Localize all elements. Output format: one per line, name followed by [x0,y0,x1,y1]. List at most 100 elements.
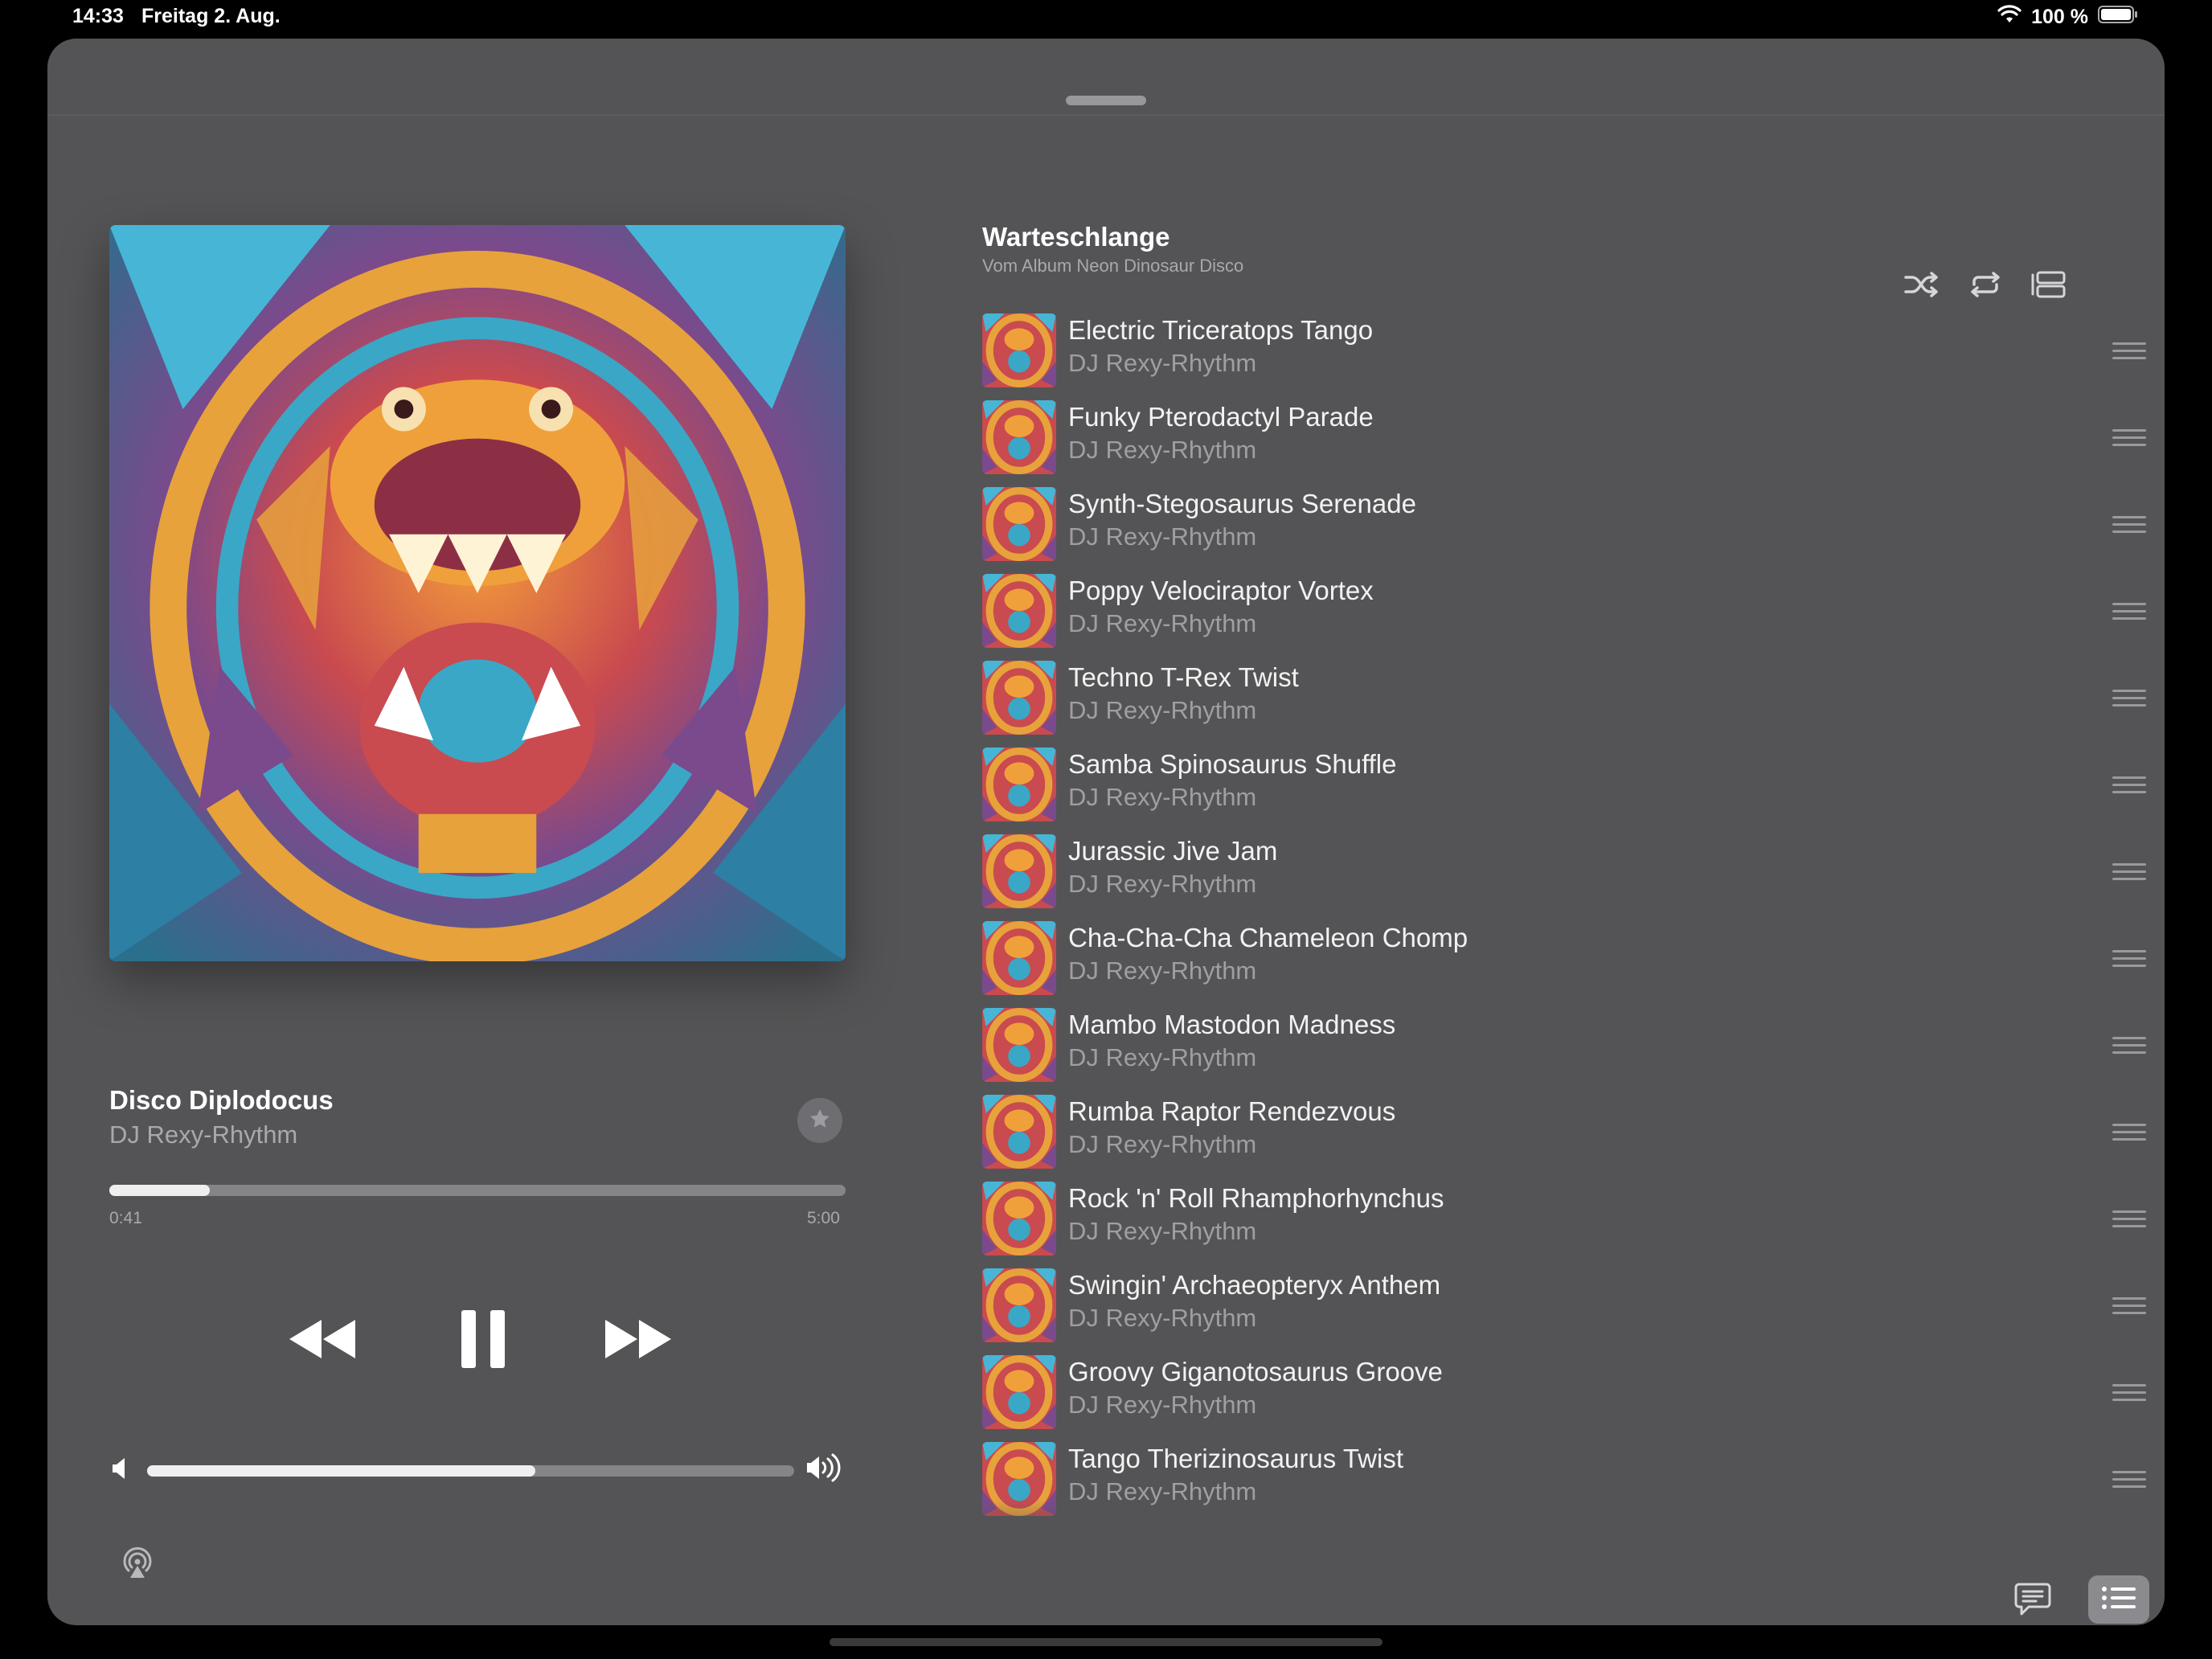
progress-fill [109,1185,211,1196]
rewind-icon [286,1317,357,1366]
queue-item-title: Tango Therizinosaurus Twist [1068,1444,1403,1473]
rewind-button[interactable] [281,1309,362,1373]
queue-item-artwork [982,1182,1056,1256]
queue-item[interactable]: Tango Therizinosaurus Twist DJ Rexy-Rhyth… [982,1432,2156,1519]
queue-item-title: Rumba Raptor Rendezvous [1068,1096,1396,1126]
queue-item[interactable]: Synth-Stegosaurus Serenade DJ Rexy-Rhythm [982,477,2156,564]
queue-button[interactable] [2088,1575,2149,1624]
now-playing-artist[interactable]: DJ Rexy-Rhythm [109,1120,297,1149]
fast-forward-button[interactable] [599,1309,679,1373]
queue-item-artwork [982,748,1056,821]
status-right: 100 % [1997,5,2138,30]
queue-item[interactable]: Funky Pterodactyl Parade DJ Rexy-Rhythm [982,391,2156,477]
queue-item-artist: DJ Rexy-Rhythm [1068,1217,1257,1245]
now-playing-title[interactable]: Disco Diplodocus [109,1085,334,1116]
queue-list[interactable]: Electric Triceratops Tango DJ Rexy-Rhythm… [982,304,2164,1548]
lyrics-button[interactable] [2014,1582,2051,1621]
queue-item-artist: DJ Rexy-Rhythm [1068,870,1257,898]
queue-item-artist: DJ Rexy-Rhythm [1068,1130,1257,1158]
queue-subtitle[interactable]: Vom Album Neon Dinosaur Disco [982,256,1243,276]
queue-item-artwork [982,574,1056,648]
status-date: Freitag 2. Aug. [141,5,281,27]
player-sheet: Disco Diplodocus DJ Rexy-Rhythm 0:41 5:0… [47,39,2165,1625]
drag-handle-icon[interactable] [2112,863,2146,881]
queue-item-title: Poppy Velociraptor Vortex [1068,576,1374,605]
sheet-divider [47,114,2165,116]
queue-item[interactable]: Swingin' Archaeopteryx Anthem DJ Rexy-Rhy… [982,1259,2156,1346]
status-bar: 14:33 Freitag 2. Aug. 100 % [0,0,2212,39]
status-time: 14:33 [72,5,124,27]
autoplay-icon [2031,270,2067,303]
queue-item-title: Funky Pterodactyl Parade [1068,402,1374,432]
queue-item[interactable]: Samba Spinosaurus Shuffle DJ Rexy-Rhythm [982,738,2156,825]
queue-item-title: Jurassic Jive Jam [1068,836,1278,866]
pause-button[interactable] [449,1301,517,1381]
queue-item-title: Groovy Giganotosaurus Groove [1068,1357,1443,1387]
drag-handle-icon[interactable] [2112,1037,2146,1055]
repeat-button[interactable] [1963,264,2008,309]
queue-item[interactable]: Poppy Velociraptor Vortex DJ Rexy-Rhythm [982,564,2156,651]
queue-item[interactable]: Cha-Cha-Cha Chameleon Chomp DJ Rexy-Rhyth… [982,911,2156,998]
queue-item-artwork [982,1008,1056,1082]
queue-item-title: Mambo Mastodon Madness [1068,1010,1396,1039]
drag-handle-icon[interactable] [2112,1297,2146,1315]
playback-progress[interactable] [109,1185,846,1196]
autoplay-button[interactable] [2026,264,2071,309]
queue-item-title: Techno T-Rex Twist [1068,662,1299,692]
queue-item[interactable]: Techno T-Rex Twist DJ Rexy-Rhythm [982,651,2156,738]
queue-item-title: Synth-Stegosaurus Serenade [1068,489,1416,518]
battery-icon [2098,5,2138,30]
shuffle-button[interactable] [1899,264,1944,309]
queue-item-title: Electric Triceratops Tango [1068,315,1374,345]
drag-handle-icon[interactable] [2112,429,2146,447]
airplay-button[interactable] [119,1544,156,1585]
drag-handle-icon[interactable] [2112,950,2146,968]
volume-fill [147,1465,535,1477]
queue-item[interactable]: Rock 'n' Roll Rhamphorhynchus DJ Rexy-Rhy… [982,1172,2156,1259]
album-artwork [109,225,846,961]
queue-item-artwork [982,1095,1056,1169]
queue-list-icon [2101,1585,2136,1615]
queue-item-title: Cha-Cha-Cha Chameleon Chomp [1068,923,1469,952]
drag-handle-icon[interactable] [2112,690,2146,707]
queue-item-artist: DJ Rexy-Rhythm [1068,783,1257,811]
queue-item-artist: DJ Rexy-Rhythm [1068,1391,1257,1419]
queue-item-artwork [982,661,1056,735]
queue-item-artist: DJ Rexy-Rhythm [1068,349,1257,377]
queue-item-title: Swingin' Archaeopteryx Anthem [1068,1270,1441,1300]
total-time: 5:00 [807,1209,840,1227]
elapsed-time: 0:41 [109,1209,142,1227]
queue-item-artwork [982,313,1056,387]
volume-slider[interactable] [147,1465,794,1477]
drag-handle-icon[interactable] [2112,1210,2146,1228]
queue-item-artist: DJ Rexy-Rhythm [1068,1304,1257,1332]
queue-item-title: Rock 'n' Roll Rhamphorhynchus [1068,1183,1444,1213]
drag-handle-icon[interactable] [2112,1471,2146,1489]
sheet-grabber[interactable] [1066,96,1146,105]
drag-handle-icon[interactable] [2112,342,2146,360]
lyrics-icon [2014,1583,2051,1620]
queue-item-artist: DJ Rexy-Rhythm [1068,609,1257,637]
drag-handle-icon[interactable] [2112,1124,2146,1141]
fast-forward-icon [604,1317,674,1366]
drag-handle-icon[interactable] [2112,776,2146,794]
favorite-button[interactable] [797,1098,842,1143]
speaker-low-icon [112,1456,129,1485]
queue-item-artwork [982,1268,1056,1342]
home-indicator[interactable] [830,1638,1382,1646]
queue-item[interactable]: Groovy Giganotosaurus Groove DJ Rexy-Rhyt… [982,1346,2156,1432]
pause-icon [459,1309,507,1374]
queue-item[interactable]: Mambo Mastodon Madness DJ Rexy-Rhythm [982,998,2156,1085]
queue-item[interactable]: Rumba Raptor Rendezvous DJ Rexy-Rhythm [982,1085,2156,1172]
speaker-high-icon [806,1453,843,1486]
queue-item-artwork [982,1355,1056,1429]
queue-item[interactable]: Electric Triceratops Tango DJ Rexy-Rhythm [982,304,2156,391]
drag-handle-icon[interactable] [2112,1384,2146,1402]
queue-item-artwork [982,834,1056,908]
queue-item-artist: DJ Rexy-Rhythm [1068,956,1257,985]
queue-item-artist: DJ Rexy-Rhythm [1068,696,1257,724]
drag-handle-icon[interactable] [2112,603,2146,621]
queue-item[interactable]: Jurassic Jive Jam DJ Rexy-Rhythm [982,825,2156,911]
drag-handle-icon[interactable] [2112,516,2146,534]
star-icon [808,1107,832,1135]
